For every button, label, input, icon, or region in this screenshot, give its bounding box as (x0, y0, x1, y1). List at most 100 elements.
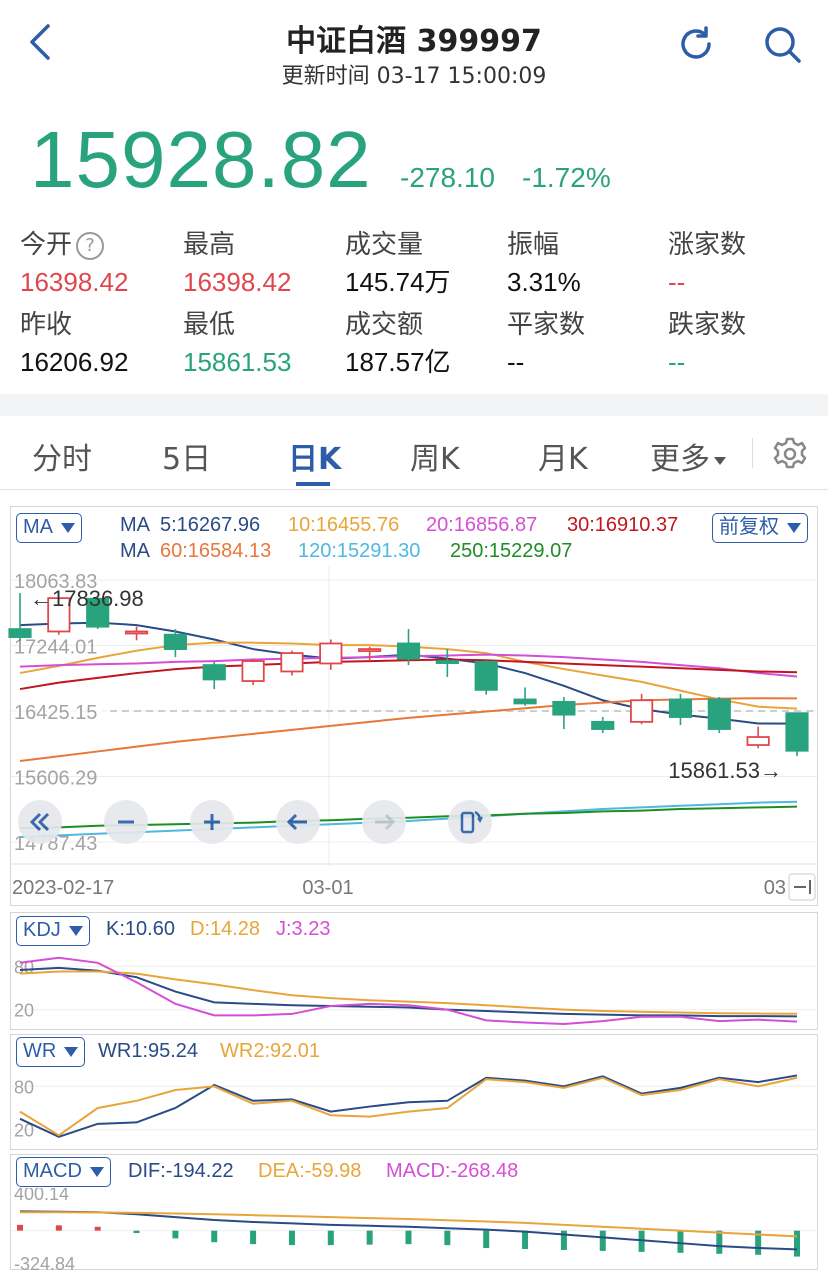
y-tick-label: 80 (14, 1077, 34, 1097)
gear-icon[interactable] (772, 436, 808, 472)
tab-intraday[interactable]: 分时 (32, 434, 92, 478)
macd-bar (444, 1230, 451, 1246)
stat-label: 昨收 (20, 310, 73, 340)
tab-more[interactable]: 更多 (650, 434, 726, 478)
dropdown-icon (61, 522, 75, 533)
stat-value: 3.31% (507, 267, 581, 297)
candle-down (668, 698, 693, 718)
macd-bar (250, 1230, 257, 1245)
kdj-k-value: K:10.60 (106, 918, 175, 940)
tab-weekly-k[interactable]: 周K (410, 434, 460, 478)
macd-bar (599, 1230, 606, 1251)
selector-label: KDJ (23, 919, 61, 941)
last-price: 15928.82 (30, 115, 372, 204)
stat-label: 成交额 (345, 310, 424, 340)
help-icon[interactable]: ? (76, 231, 105, 260)
indicator-selector-wr[interactable]: WR (16, 1037, 86, 1067)
zoom-in-button[interactable] (190, 800, 234, 844)
ma60-value: 60:16584.13 (160, 540, 272, 562)
stat-value: 145.74万 (345, 267, 451, 297)
stats-grid: 今开? 16398.42 最高 16398.42 成交量 145.74万 振幅 3.31… (0, 228, 828, 388)
candle-up (319, 642, 343, 665)
tab-monthly-k[interactable]: 月K (538, 434, 588, 478)
tab-daily-k[interactable]: 日K (288, 434, 341, 478)
candle-down (513, 698, 537, 705)
tab-5day[interactable]: 5日 (162, 434, 211, 478)
stat-low: 最低 15861.53 (183, 308, 343, 382)
stat-decliners: 跌家数 -- (668, 308, 828, 382)
macd-bar (483, 1230, 490, 1249)
macd-bar (522, 1230, 529, 1249)
macd-bar (716, 1230, 723, 1254)
ma120-value: 120:15291.30 (298, 540, 421, 562)
macd-bar (133, 1230, 140, 1234)
section-divider (0, 394, 828, 416)
stat-value: 16206.92 (20, 347, 129, 377)
rotate-screen-button[interactable] (448, 800, 492, 844)
macd-bar (677, 1230, 684, 1253)
candle-up (241, 660, 265, 682)
macd-hist-value: MACD:-268.48 (386, 1160, 519, 1182)
stat-label: 平家数 (507, 310, 586, 340)
zoom-out-button[interactable] (104, 800, 148, 844)
candle-up (280, 652, 304, 673)
stat-label: 最高 (183, 230, 236, 260)
x-tick-label: 03-01 (302, 877, 353, 899)
indicator-selector-ma[interactable]: MA (16, 513, 82, 543)
candlestick-chart[interactable]: 18063.8317244.0116425.1515606.2914787.43… (0, 566, 828, 906)
macd-bar (94, 1226, 101, 1231)
tab-more-label: 更多 (650, 442, 710, 477)
stat-label: 最低 (183, 310, 236, 340)
candle-down (435, 660, 459, 664)
candle-up (630, 699, 654, 723)
stat-value: 16398.42 (183, 267, 292, 297)
y-tick-label: -324.84 (14, 1254, 75, 1270)
stat-value: 15861.53 (183, 347, 292, 377)
kdj-chart: 8020 (11, 956, 817, 1026)
macd-bar (794, 1230, 800, 1257)
stat-label: 涨家数 (668, 230, 747, 260)
macd-dea-value: DEA:-59.98 (258, 1160, 362, 1182)
ma10-value: 10:16455.76 (288, 514, 400, 536)
y-tick-label: 15606.29 (14, 768, 97, 790)
refresh-icon[interactable] (676, 24, 716, 64)
adjust-label: 前复权 (719, 516, 779, 538)
candle-up (124, 630, 149, 635)
candle-down (202, 664, 226, 681)
stat-open: 今开? 16398.42 (20, 228, 180, 302)
stat-label: 跌家数 (668, 310, 747, 340)
y-tick-label: 17244.01 (14, 637, 97, 659)
stat-high: 最高 16398.42 (183, 228, 343, 302)
x-tick-label: 03 (764, 877, 786, 899)
indicator-selector-kdj[interactable]: KDJ (16, 916, 90, 946)
candle-down (591, 720, 615, 730)
y-tick-label: 400.14 (14, 1188, 69, 1204)
ma5-value: 5:16267.96 (160, 514, 261, 536)
macd-bar (55, 1225, 62, 1231)
candle-down (396, 642, 421, 660)
stat-prev-close: 昨收 16206.92 (20, 308, 180, 382)
macd-bar (172, 1230, 179, 1239)
adjust-selector[interactable]: 前复权 (712, 513, 808, 543)
low-marker: 15861.53→ (668, 758, 782, 783)
indicator-selector-macd[interactable]: MACD (16, 1157, 111, 1187)
move-right-button[interactable] (362, 800, 406, 844)
candle-down (707, 698, 731, 730)
stat-value: -- (668, 267, 686, 297)
macd-bar (405, 1230, 412, 1245)
search-icon[interactable] (762, 24, 802, 64)
x-tick-label: 2023-02-17 (12, 877, 114, 899)
candle-up (358, 648, 382, 652)
dropdown-icon (68, 925, 83, 936)
candle-up (746, 736, 770, 746)
high-marker: ←17836.98 (30, 586, 144, 611)
wr2-value: WR2:92.01 (220, 1040, 321, 1062)
dropdown-icon (89, 1166, 104, 1177)
dropdown-icon (64, 1046, 79, 1057)
scroll-to-start-button[interactable] (18, 800, 62, 844)
price-change-pct: -1.72% (522, 162, 611, 193)
ma20-value: 20:16856.87 (426, 514, 538, 536)
ma250-value: 250:15229.07 (450, 540, 573, 562)
wr1-line (19, 1074, 798, 1138)
move-left-button[interactable] (276, 800, 320, 844)
